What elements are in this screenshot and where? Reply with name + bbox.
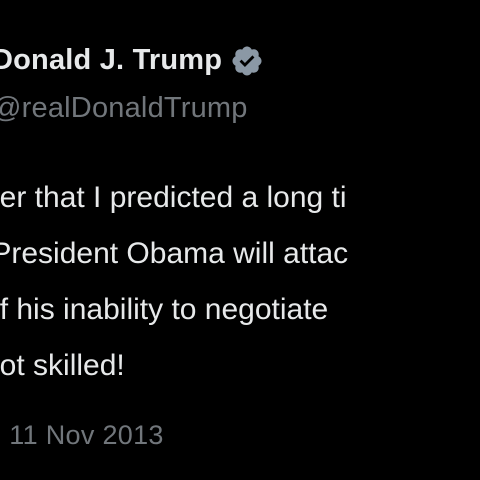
author-handle[interactable]: @realDonaldTrump bbox=[0, 92, 264, 125]
author-display-name[interactable]: Donald J. Trump bbox=[0, 44, 222, 77]
tweet-meta: ·11 Nov 2013 bbox=[0, 420, 164, 451]
tweet-text-line: at President Obama will attac bbox=[0, 237, 349, 270]
tweet-date[interactable]: 11 Nov 2013 bbox=[9, 420, 163, 450]
tweet-text-line: y-not skilled! bbox=[0, 349, 125, 382]
tweet-text: mber that I predicted a long ti at Presi… bbox=[0, 170, 480, 394]
tweet-text-line: mber that I predicted a long ti bbox=[0, 181, 347, 214]
tweet-header: Donald J. Trump @realDonaldTrump bbox=[0, 40, 264, 125]
author-name-row: Donald J. Trump bbox=[0, 40, 264, 80]
verified-badge-icon bbox=[230, 44, 264, 78]
tweet-card: Donald J. Trump @realDonaldTrump mber th… bbox=[0, 0, 480, 480]
tweet-text-line: e of his inability to negotiate bbox=[0, 293, 329, 326]
